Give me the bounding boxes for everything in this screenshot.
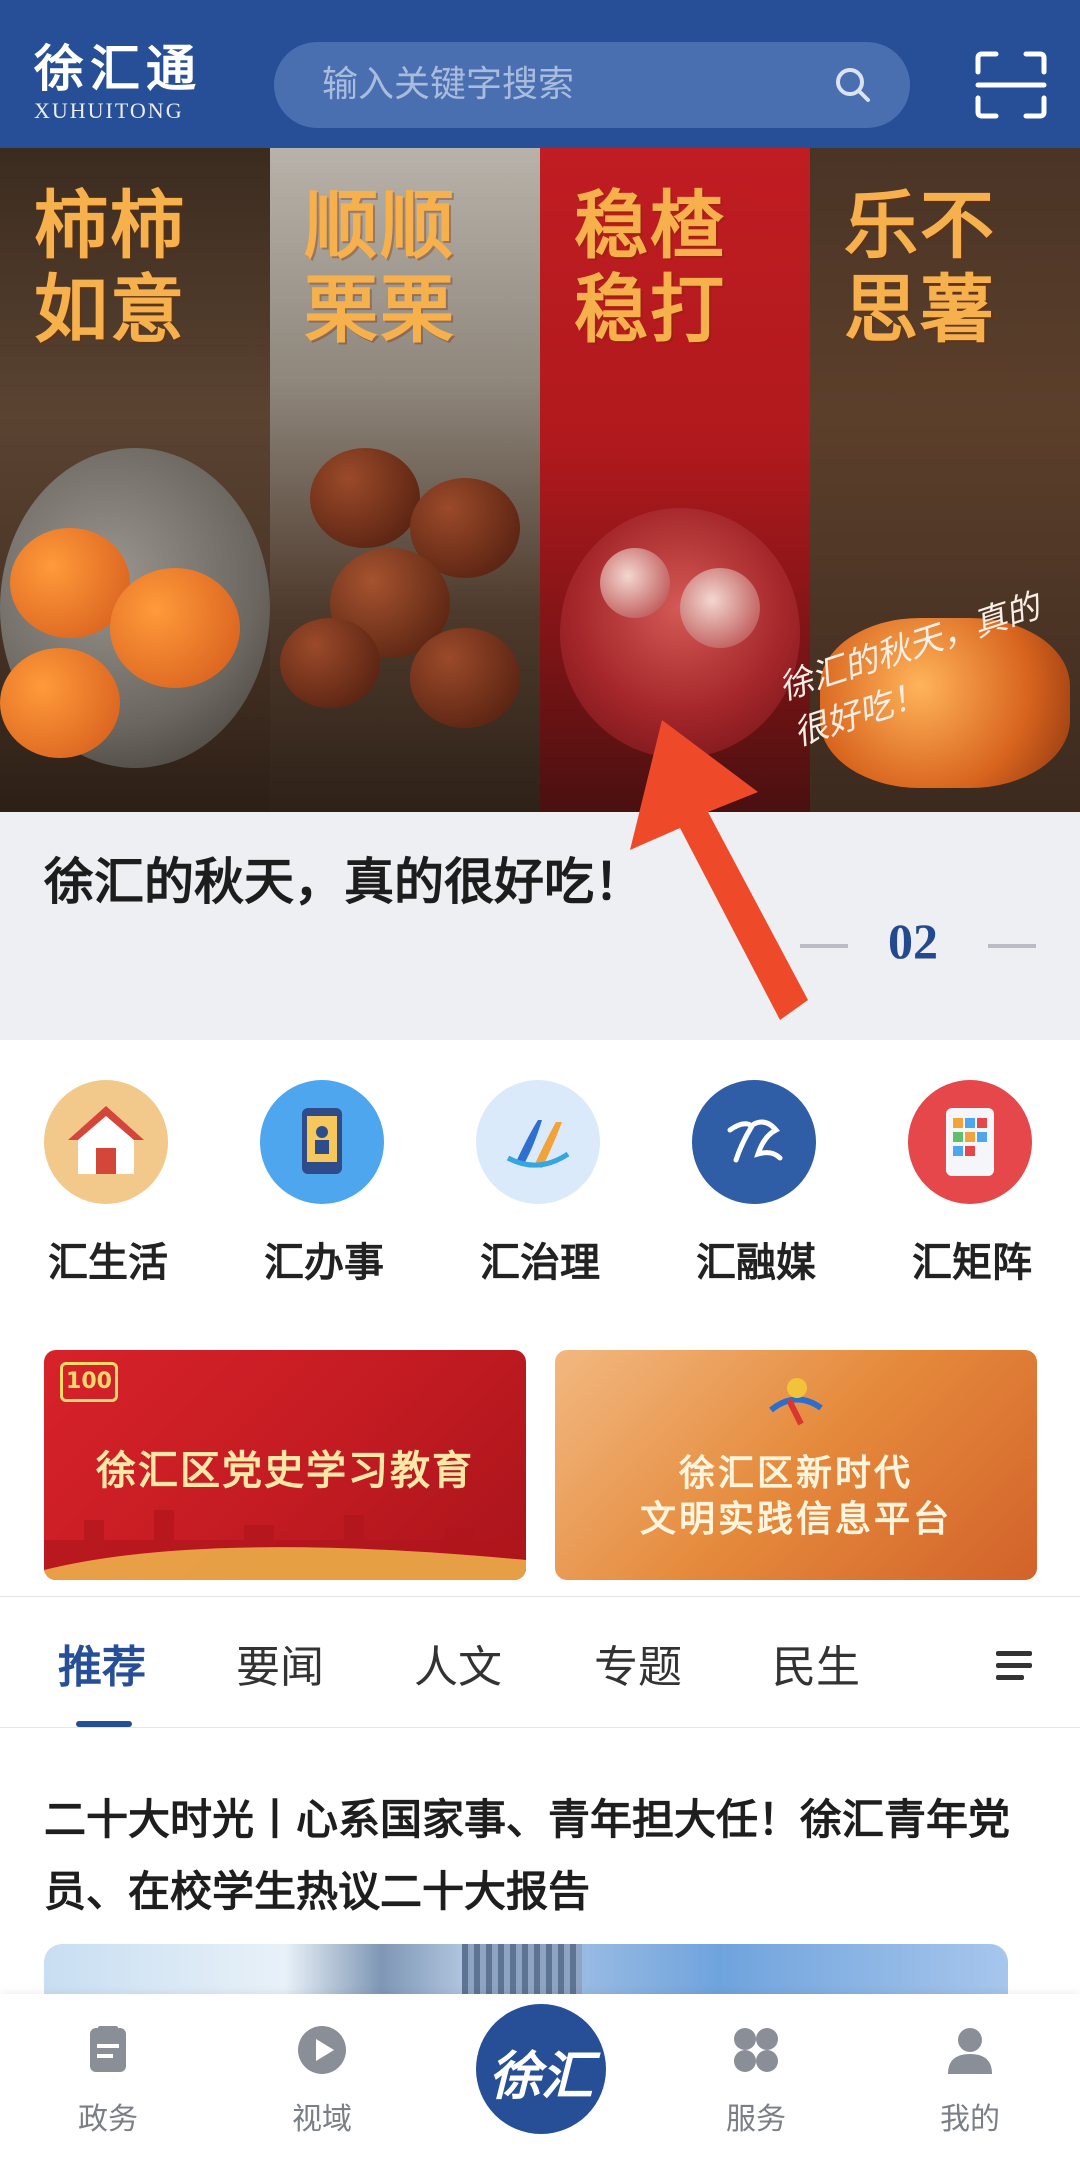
tab-culture[interactable]: 人文 [414, 1631, 502, 1695]
banner-panel-text: 稳楂稳打 [574, 183, 726, 353]
quick-entry-matrix[interactable]: 汇矩阵 [864, 1080, 1044, 1290]
tablet-apps-icon [908, 1080, 1032, 1204]
grid-icon [734, 2028, 778, 2072]
platform-logo-icon [769, 1378, 823, 1426]
scan-icon[interactable] [974, 50, 1048, 120]
quick-entry-row: 汇生活 汇办事 汇治理 汇融媒 汇矩阵 [0, 1080, 1080, 1300]
annotation-arrow-icon [630, 720, 808, 1020]
carousel-caption[interactable]: 徐汇的秋天，真的很好吃！ 02 [0, 812, 1080, 1040]
app-logo[interactable]: 徐汇通 XUHUITONG [34, 42, 214, 132]
phone-icon [260, 1080, 384, 1204]
banner-panel-persimmon: 柿柿如意 [0, 148, 270, 812]
nav-video[interactable]: 视域 [262, 2024, 382, 2138]
banner-panel-hawthorn: 稳楂稳打 [540, 148, 810, 812]
news-tab-bar: 推荐 要闻 人文 专题 民生 [0, 1596, 1080, 1728]
nav-label: 我的 [940, 2102, 1000, 2137]
logo-chinese: 徐汇通 [34, 39, 202, 98]
hero-carousel[interactable]: 柿柿如意 顺顺栗栗 稳楂稳打 乐不思薯 徐汇的秋天，真的很好吃！ [0, 148, 1080, 812]
banner-panel-text: 柿柿如意 [34, 183, 186, 353]
tab-livelihood[interactable]: 民生 [772, 1631, 860, 1695]
logo-english: XUHUITONG [34, 98, 184, 123]
promo-civilization-platform[interactable]: 徐汇区新时代 文明实践信息平台 [555, 1350, 1037, 1580]
article-title[interactable]: 二十大时光丨心系国家事、青年担大任！徐汇青年党员、在校学生热议二十大报告 [44, 1784, 1034, 1928]
nav-label: 服务 [726, 2102, 786, 2137]
nav-government[interactable]: 政务 [48, 2024, 168, 2138]
nav-profile[interactable]: 我的 [910, 2024, 1030, 2138]
banner-panel-text: 顺顺栗栗 [304, 183, 456, 353]
centenary-badge: 100 [60, 1362, 118, 1402]
nav-label: 视域 [292, 2102, 352, 2137]
tab-recommend[interactable]: 推荐 [58, 1631, 146, 1695]
search-bar[interactable]: 输入关键字搜索 [274, 42, 910, 128]
quick-entry-life[interactable]: 汇生活 [0, 1080, 180, 1290]
bottom-navigation: 政务 视域 徐汇 服务 我的 [0, 1994, 1080, 2181]
carousel-title: 徐汇的秋天，真的很好吃！ [44, 852, 644, 911]
nav-services[interactable]: 服务 [696, 2024, 816, 2138]
quick-entry-media[interactable]: 汇融媒 [648, 1080, 828, 1290]
active-tab-indicator [76, 1721, 132, 1727]
search-placeholder: 输入关键字搜索 [322, 64, 575, 105]
skyline-decoration [44, 1510, 526, 1580]
search-icon[interactable] [834, 66, 872, 104]
banner-panel-chestnut: 顺顺栗栗 [270, 148, 540, 812]
house-icon [44, 1080, 168, 1204]
quick-entry-label: 汇治理 [480, 1239, 600, 1286]
media-logo-icon [692, 1080, 816, 1204]
app-header: 徐汇通 XUHUITONG 输入关键字搜索 [0, 0, 1080, 148]
document-icon [90, 2026, 126, 2072]
promo-party-history[interactable]: 100 徐汇区党史学习教育 [44, 1350, 526, 1580]
nav-home-center-button[interactable]: 徐汇 [476, 2004, 606, 2134]
quick-entry-label: 汇生活 [48, 1239, 168, 1286]
promo-title: 徐汇区党史学习教育 [96, 1447, 474, 1494]
quick-entry-label: 汇矩阵 [912, 1239, 1032, 1286]
person-icon [948, 2028, 992, 2074]
page-indicator: 02 [888, 913, 938, 969]
pager-line-right [988, 944, 1036, 948]
nav-label: 政务 [78, 2102, 138, 2137]
tab-topics[interactable]: 专题 [594, 1631, 682, 1695]
quick-entry-label: 汇融媒 [696, 1239, 816, 1286]
promo-title-line2: 文明实践信息平台 [639, 1498, 952, 1540]
tab-headlines[interactable]: 要闻 [236, 1631, 324, 1695]
quick-entry-governance[interactable]: 汇治理 [432, 1080, 612, 1290]
governance-logo-icon [476, 1080, 600, 1204]
banner-panel-text: 乐不思薯 [844, 183, 996, 353]
play-icon [298, 2026, 346, 2074]
center-logo-text: 徐汇 [488, 2046, 593, 2107]
menu-icon[interactable] [994, 1645, 1034, 1685]
promo-title-line1: 徐汇区新时代 [678, 1452, 913, 1494]
quick-entry-label: 汇办事 [264, 1239, 384, 1286]
quick-entry-affairs[interactable]: 汇办事 [216, 1080, 396, 1290]
